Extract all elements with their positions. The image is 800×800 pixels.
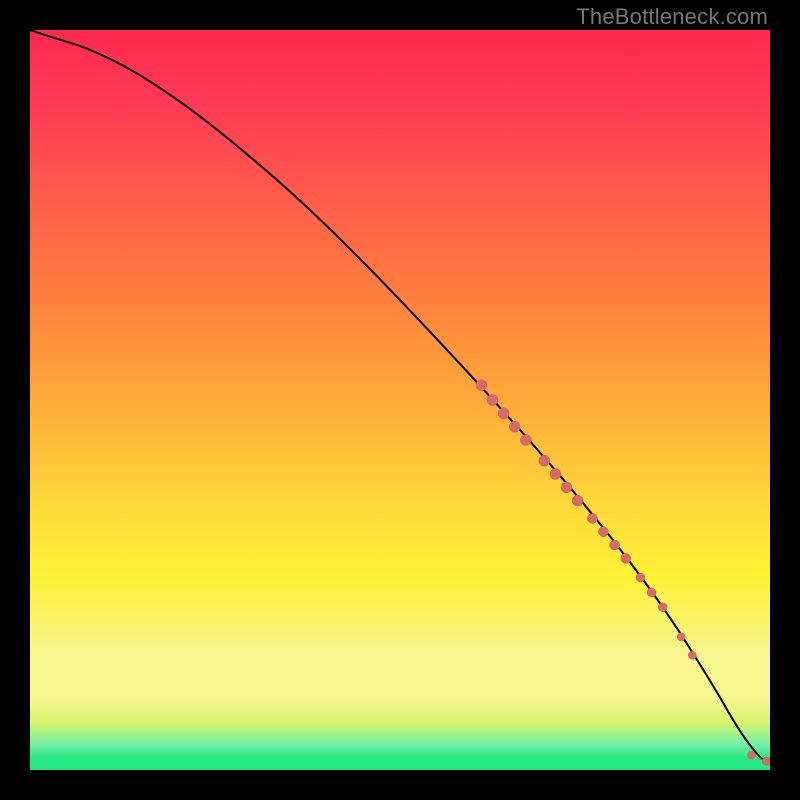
data-marker <box>748 751 756 759</box>
data-marker <box>572 495 583 506</box>
data-marker <box>688 651 696 659</box>
gradient-background <box>30 30 770 770</box>
data-marker <box>520 434 531 445</box>
data-marker <box>610 540 620 550</box>
data-marker <box>487 395 498 406</box>
data-marker <box>677 633 685 641</box>
data-marker <box>599 527 609 537</box>
plot-area <box>30 30 770 770</box>
chart-stage: TheBottleneck.com <box>0 0 800 800</box>
data-marker <box>550 469 561 480</box>
data-marker <box>587 513 597 523</box>
data-marker <box>509 421 520 432</box>
data-marker <box>647 588 656 597</box>
data-marker <box>561 482 572 493</box>
chart-svg <box>30 30 770 770</box>
data-marker <box>476 380 487 391</box>
data-marker <box>498 408 509 419</box>
data-marker <box>658 603 667 612</box>
data-marker <box>621 553 631 563</box>
data-marker <box>636 573 645 582</box>
data-marker <box>539 455 550 466</box>
watermark-text: TheBottleneck.com <box>576 4 768 30</box>
